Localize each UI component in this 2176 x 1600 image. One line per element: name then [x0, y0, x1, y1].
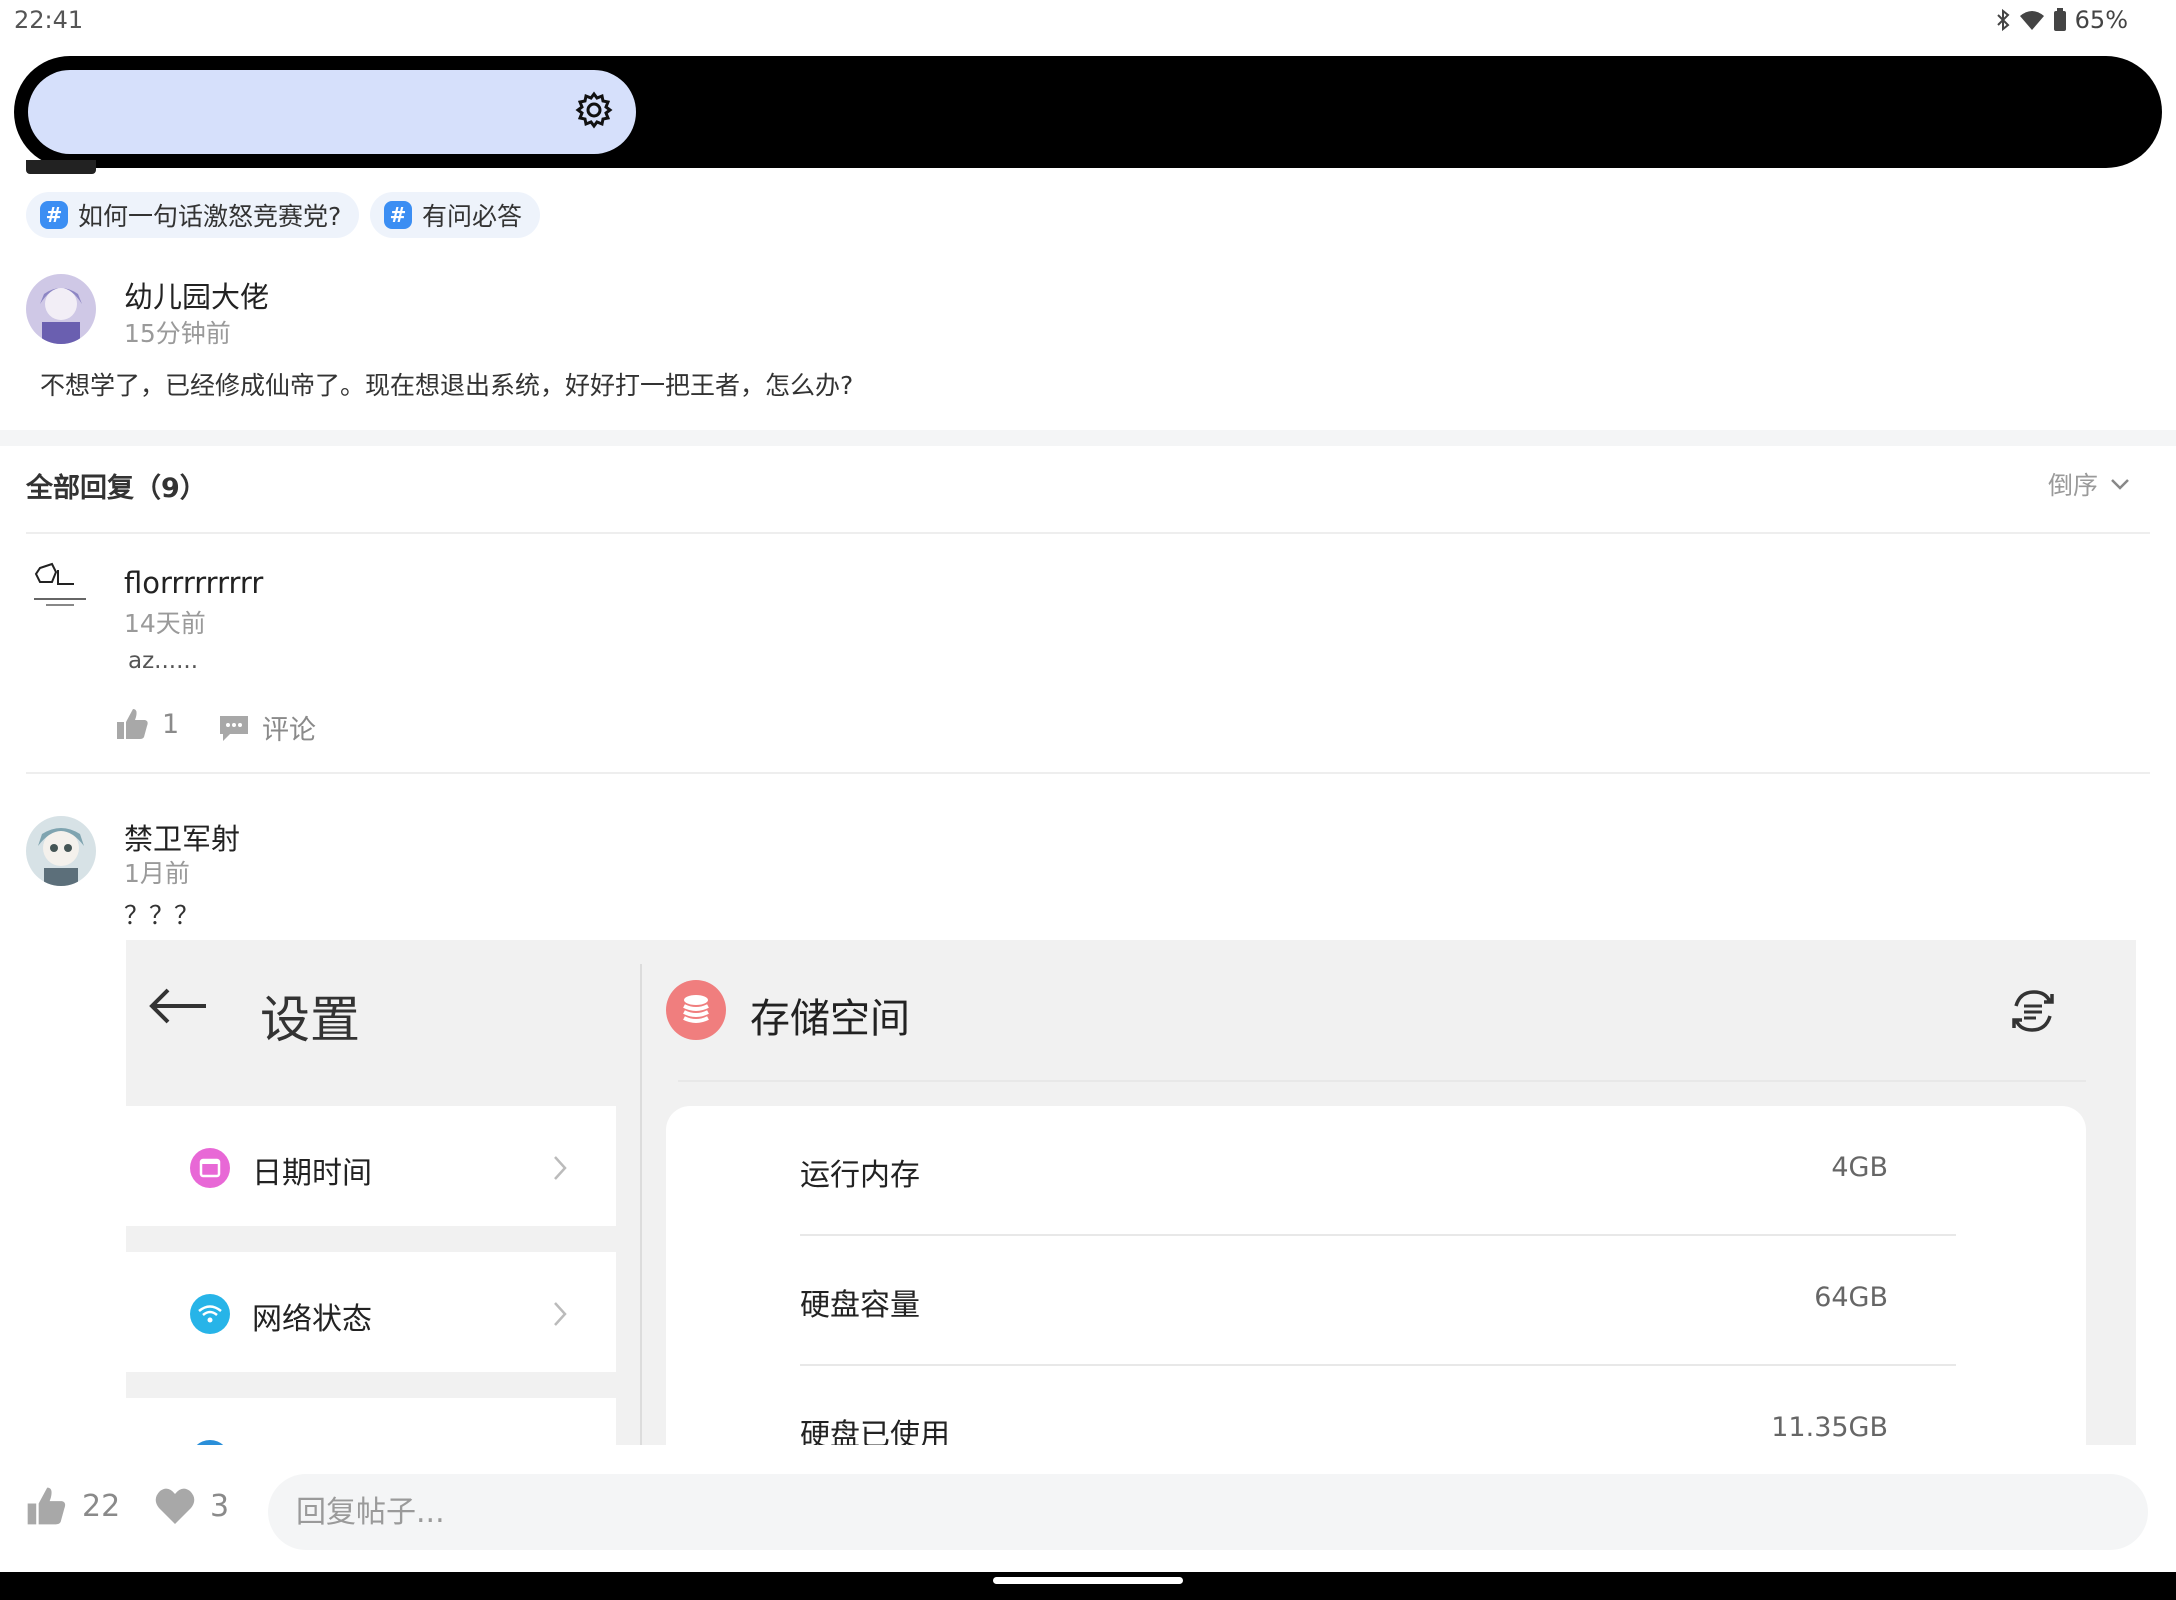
comment-button[interactable]: 评论 — [218, 708, 316, 747]
chevron-right-icon — [554, 1302, 567, 1326]
divider — [678, 1080, 2086, 1082]
storage-card: 运行内存 4GB 硬盘容量 64GB 硬盘已使用 11.35GB — [666, 1106, 2086, 1445]
reply-body: az...... — [128, 648, 199, 674]
settings-item: 网络状态 — [126, 1252, 616, 1372]
reply-input[interactable] — [268, 1474, 2148, 1550]
reply-time: 1月前 — [124, 859, 190, 888]
home-gesture-handle[interactable] — [993, 1577, 1183, 1584]
hashtag-icon: # — [384, 201, 412, 229]
reply-time: 14天前 — [124, 609, 206, 638]
post-like-button[interactable]: 22 — [24, 1484, 120, 1528]
favorite-count: 3 — [210, 1488, 230, 1524]
bluetooth-icon — [1996, 8, 2010, 32]
refresh-icon — [2012, 990, 2054, 1032]
wifi-icon — [2019, 11, 2044, 30]
post-time: 15分钟前 — [124, 319, 231, 348]
topic-tag[interactable]: # 有问必答 — [370, 192, 541, 238]
comment-label: 评论 — [262, 715, 316, 746]
avatar[interactable] — [26, 560, 96, 630]
reply-body: ？？？ — [124, 901, 200, 930]
search-pill[interactable] — [28, 70, 636, 154]
status-icons: 65% — [1995, 6, 2128, 34]
avatar[interactable] — [26, 274, 96, 344]
hashtag-icon: # — [40, 201, 68, 229]
storage-title: 存储空间 — [750, 996, 910, 1042]
sort-label: 倒序 — [2047, 471, 2098, 500]
divider — [26, 772, 2150, 774]
settings-item-label: 日期时间 — [252, 1156, 372, 1191]
database-icon — [666, 980, 726, 1040]
reply-author-name[interactable]: florrrrrrrrr — [124, 566, 263, 600]
settings-title: 设置 — [260, 991, 360, 1049]
thumbs-up-icon — [27, 1487, 66, 1525]
favorite-button[interactable]: 3 — [154, 1486, 229, 1526]
panel-divider — [640, 964, 642, 1445]
battery-percent: 65% — [2074, 6, 2128, 34]
gear-icon[interactable] — [574, 90, 614, 130]
battery-icon — [2053, 8, 2066, 31]
avatar[interactable] — [26, 816, 96, 886]
comment-icon — [220, 715, 248, 741]
thumbs-up-icon — [117, 709, 148, 739]
topic-tag-label: 如何一句话激怒竞赛党? — [78, 202, 342, 231]
status-time: 22:41 — [14, 6, 84, 34]
topic-tag-label: 有问必答 — [422, 202, 523, 231]
storage-row-value: 64GB — [1814, 1282, 1888, 1313]
header-fragment — [26, 160, 96, 174]
heart-icon — [155, 1488, 195, 1524]
settings-item — [126, 1398, 616, 1445]
storage-row-label: 运行内存 — [800, 1158, 920, 1193]
settings-item-label: 网络状态 — [252, 1302, 372, 1337]
calendar-icon — [190, 1148, 230, 1188]
settings-item: 日期时间 — [126, 1106, 616, 1226]
divider — [800, 1234, 1956, 1236]
post-like-count: 22 — [82, 1488, 121, 1524]
storage-row-label: 硬盘容量 — [800, 1288, 920, 1323]
storage-row-label: 硬盘已使用 — [800, 1418, 950, 1445]
replies-title: 全部回复（9） — [26, 473, 207, 504]
divider — [800, 1364, 1956, 1366]
post-author-name[interactable]: 幼儿园大佬 — [124, 274, 269, 316]
back-arrow-icon — [149, 988, 206, 1024]
like-count: 1 — [162, 708, 180, 740]
topic-tag[interactable]: # 如何一句话激怒竞赛党? — [26, 192, 360, 238]
wifi-icon — [190, 1294, 230, 1334]
sort-dropdown[interactable]: 倒序 — [2048, 466, 2130, 502]
post-body: 不想学了，已经修成仙帝了。现在想退出系统，好好打一把王者，怎么办? — [40, 371, 854, 400]
section-separator — [0, 430, 2176, 446]
like-button[interactable]: 1 — [114, 706, 179, 742]
reply-image[interactable]: 设置 日期时间 网络状态 存储空间 运行内存 4GB 硬盘容量 64GB 硬盘已… — [126, 940, 2136, 1445]
storage-row-value: 4GB — [1831, 1152, 1888, 1183]
reply-author-name[interactable]: 禁卫军射 — [124, 816, 240, 858]
chevron-right-icon — [554, 1156, 567, 1180]
settings-item-icon — [190, 1440, 230, 1445]
storage-row-value: 11.35GB — [1771, 1412, 1888, 1443]
divider — [26, 532, 2150, 534]
chevron-down-icon — [2111, 479, 2129, 490]
